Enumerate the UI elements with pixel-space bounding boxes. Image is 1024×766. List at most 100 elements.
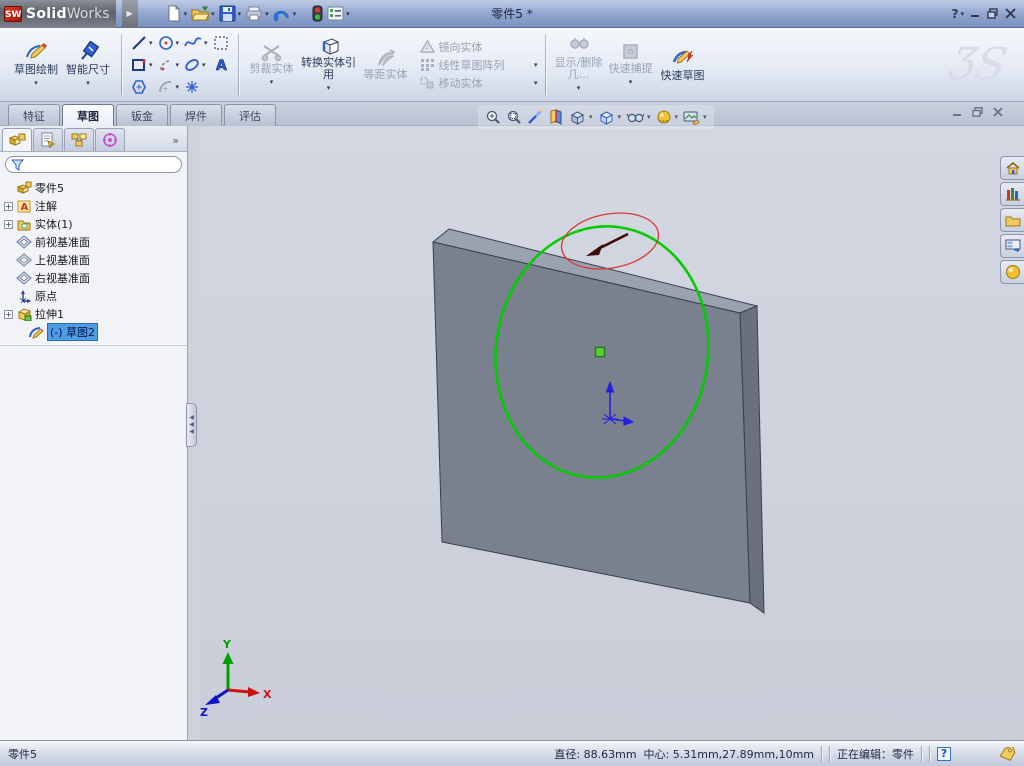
tree-filter-input[interactable] <box>5 156 182 173</box>
doc-close-button[interactable] <box>993 107 1003 117</box>
design-library-button[interactable] <box>1000 182 1024 206</box>
undo-button[interactable]: ▾ <box>272 3 298 24</box>
tab-weldments[interactable]: 焊件 <box>170 104 222 126</box>
chevron-down-icon[interactable]: ▾ <box>149 61 153 69</box>
magnified-selection-button[interactable] <box>526 108 544 126</box>
close-button[interactable] <box>1005 8 1016 19</box>
options-button[interactable]: ▾ <box>326 3 351 24</box>
expand-icon[interactable]: + <box>4 201 13 211</box>
tab-propertymanager[interactable] <box>33 128 63 151</box>
trim-entities-button[interactable]: 剪裁实体 ▾ <box>246 40 298 90</box>
tree-item-front-plane[interactable]: 前视基准面 <box>2 233 187 251</box>
tree-item-solid-bodies[interactable]: + 实体(1) <box>2 215 187 233</box>
text-tool[interactable]: A <box>211 56 231 74</box>
chevron-down-icon[interactable]: ▾ <box>34 77 38 89</box>
solidworks-resources-button[interactable] <box>1000 156 1024 180</box>
chevron-down-icon[interactable]: ▾ <box>86 77 90 89</box>
chevron-down-icon[interactable]: ▾ <box>149 39 153 47</box>
apply-scene-button[interactable]: ▾ <box>682 109 708 126</box>
quick-tips-button[interactable]: ? <box>937 746 951 761</box>
section-view-button[interactable] <box>547 108 565 126</box>
tree-item-extrude1[interactable]: + 拉伸1 <box>2 305 187 323</box>
tag-icon[interactable] <box>999 746 1016 761</box>
quick-snaps-button[interactable]: 快速捕提 ▾ <box>605 40 657 90</box>
sketch-draw-button[interactable]: 草图绘制 ▾ <box>10 39 62 91</box>
chevron-down-icon[interactable]: ▾ <box>327 82 331 94</box>
print-button[interactable]: ▾ <box>244 3 270 24</box>
convert-entities-button[interactable]: 转换实体引用 ▾ <box>298 34 360 96</box>
smart-dimension-button[interactable]: 智能尺寸 ▾ <box>62 39 114 91</box>
tab-featuremanager[interactable] <box>2 128 32 151</box>
open-document-button[interactable]: ▾ <box>190 3 216 24</box>
chevron-down-icon[interactable]: ▾ <box>176 61 180 69</box>
chevron-down-icon[interactable]: ▾ <box>238 10 242 18</box>
save-button[interactable]: ▾ <box>218 3 243 24</box>
new-document-button[interactable]: ▾ <box>164 3 189 24</box>
linear-pattern-button[interactable]: 线性草图阵列 ▾ <box>420 57 538 73</box>
chevron-down-icon[interactable]: ▾ <box>265 10 269 18</box>
tree-item-annotations[interactable]: + A 注解 <box>2 197 187 215</box>
ellipse-tool[interactable]: ▾ <box>182 56 210 74</box>
chevron-down-icon[interactable]: ▾ <box>703 113 707 121</box>
view-orientation-button[interactable]: ▾ <box>568 108 594 126</box>
custom-properties-button[interactable] <box>1000 234 1024 258</box>
minimize-button[interactable] <box>970 8 981 19</box>
tab-sheet-metal[interactable]: 钣金 <box>116 104 168 126</box>
circle-tool[interactable]: ▾ <box>156 34 182 52</box>
tree-item-right-plane[interactable]: 右视基准面 <box>2 269 187 287</box>
chevron-down-icon[interactable]: ▾ <box>346 10 350 18</box>
panel-collapse-handle[interactable]: ◀ ◀ ◀ <box>186 403 197 447</box>
graphics-area[interactable]: Y X Z <box>200 126 1024 740</box>
doc-minimize-button[interactable] <box>952 107 963 117</box>
help-button[interactable]: ? ▾ <box>952 7 964 21</box>
chevron-down-icon[interactable]: ▾ <box>293 10 297 18</box>
expand-icon[interactable]: + <box>4 309 13 319</box>
display-delete-relations-button[interactable]: 显示/删除几... ▾ <box>553 34 605 96</box>
mirror-entities-button[interactable]: A 镜向实体 <box>419 39 538 55</box>
panel-expand-chevrons[interactable]: » <box>172 134 185 151</box>
rapid-sketch-button[interactable]: 快速草图 <box>657 45 709 84</box>
restore-button[interactable] <box>987 8 999 19</box>
tab-dimxpertmanager[interactable] <box>95 128 125 151</box>
circle-center-point[interactable] <box>594 346 606 358</box>
chevron-down-icon[interactable]: ▾ <box>211 10 215 18</box>
display-style-button[interactable]: ▾ <box>597 108 623 126</box>
tree-item-sketch2[interactable]: (-) 草图2 <box>2 323 187 341</box>
selection-box-tool[interactable] <box>211 34 231 52</box>
panel-splitter[interactable]: ◀ ◀ ◀ <box>186 126 200 740</box>
appearances-scenes-button[interactable] <box>1000 260 1024 284</box>
chevron-down-icon[interactable]: ▾ <box>675 113 679 121</box>
move-entities-button[interactable]: 移动实体 ▾ <box>419 75 538 91</box>
expand-icon[interactable]: + <box>4 219 13 229</box>
polygon-tool[interactable] <box>129 78 155 96</box>
file-explorer-button[interactable] <box>1000 208 1024 232</box>
rectangle-tool[interactable]: ▾ <box>129 56 155 74</box>
zoom-to-area-button[interactable] <box>505 108 523 126</box>
tab-features[interactable]: 特征 <box>8 104 60 126</box>
tab-evaluate[interactable]: 评估 <box>224 104 276 126</box>
spline-tool[interactable]: ▾ <box>182 34 210 52</box>
chevron-down-icon[interactable]: ▾ <box>176 83 180 91</box>
chevron-down-icon[interactable]: ▾ <box>618 113 622 121</box>
tree-item-top-plane[interactable]: 上视基准面 <box>2 251 187 269</box>
appearances-button[interactable]: ▾ <box>655 108 680 126</box>
menu-flyout-arrow[interactable]: ▶ <box>121 0 138 28</box>
tree-item-origin[interactable]: 原点 <box>2 287 187 305</box>
hide-show-items-button[interactable]: ▾ <box>625 109 652 125</box>
chevron-down-icon[interactable]: ▾ <box>184 10 188 18</box>
offset-entities-button[interactable]: 等距实体 <box>360 46 412 83</box>
line-tool[interactable]: ▾ <box>129 34 155 52</box>
chevron-down-icon[interactable]: ▾ <box>647 113 651 121</box>
chevron-down-icon[interactable]: ▾ <box>204 39 208 47</box>
point-tool[interactable] <box>182 78 210 96</box>
tab-configurationmanager[interactable] <box>64 128 94 151</box>
fillet-tool[interactable]: + ▾ <box>156 78 182 96</box>
arc-tool[interactable]: ▾ <box>156 56 182 74</box>
chevron-down-icon[interactable]: ▾ <box>202 61 206 69</box>
rebuild-button[interactable] <box>311 3 324 24</box>
doc-restore-button[interactable] <box>972 107 984 117</box>
tab-sketch[interactable]: 草图 <box>62 104 114 126</box>
chevron-down-icon[interactable]: ▾ <box>176 39 180 47</box>
zoom-to-fit-button[interactable] <box>484 108 502 126</box>
tree-root[interactable]: 零件5 <box>2 179 187 197</box>
